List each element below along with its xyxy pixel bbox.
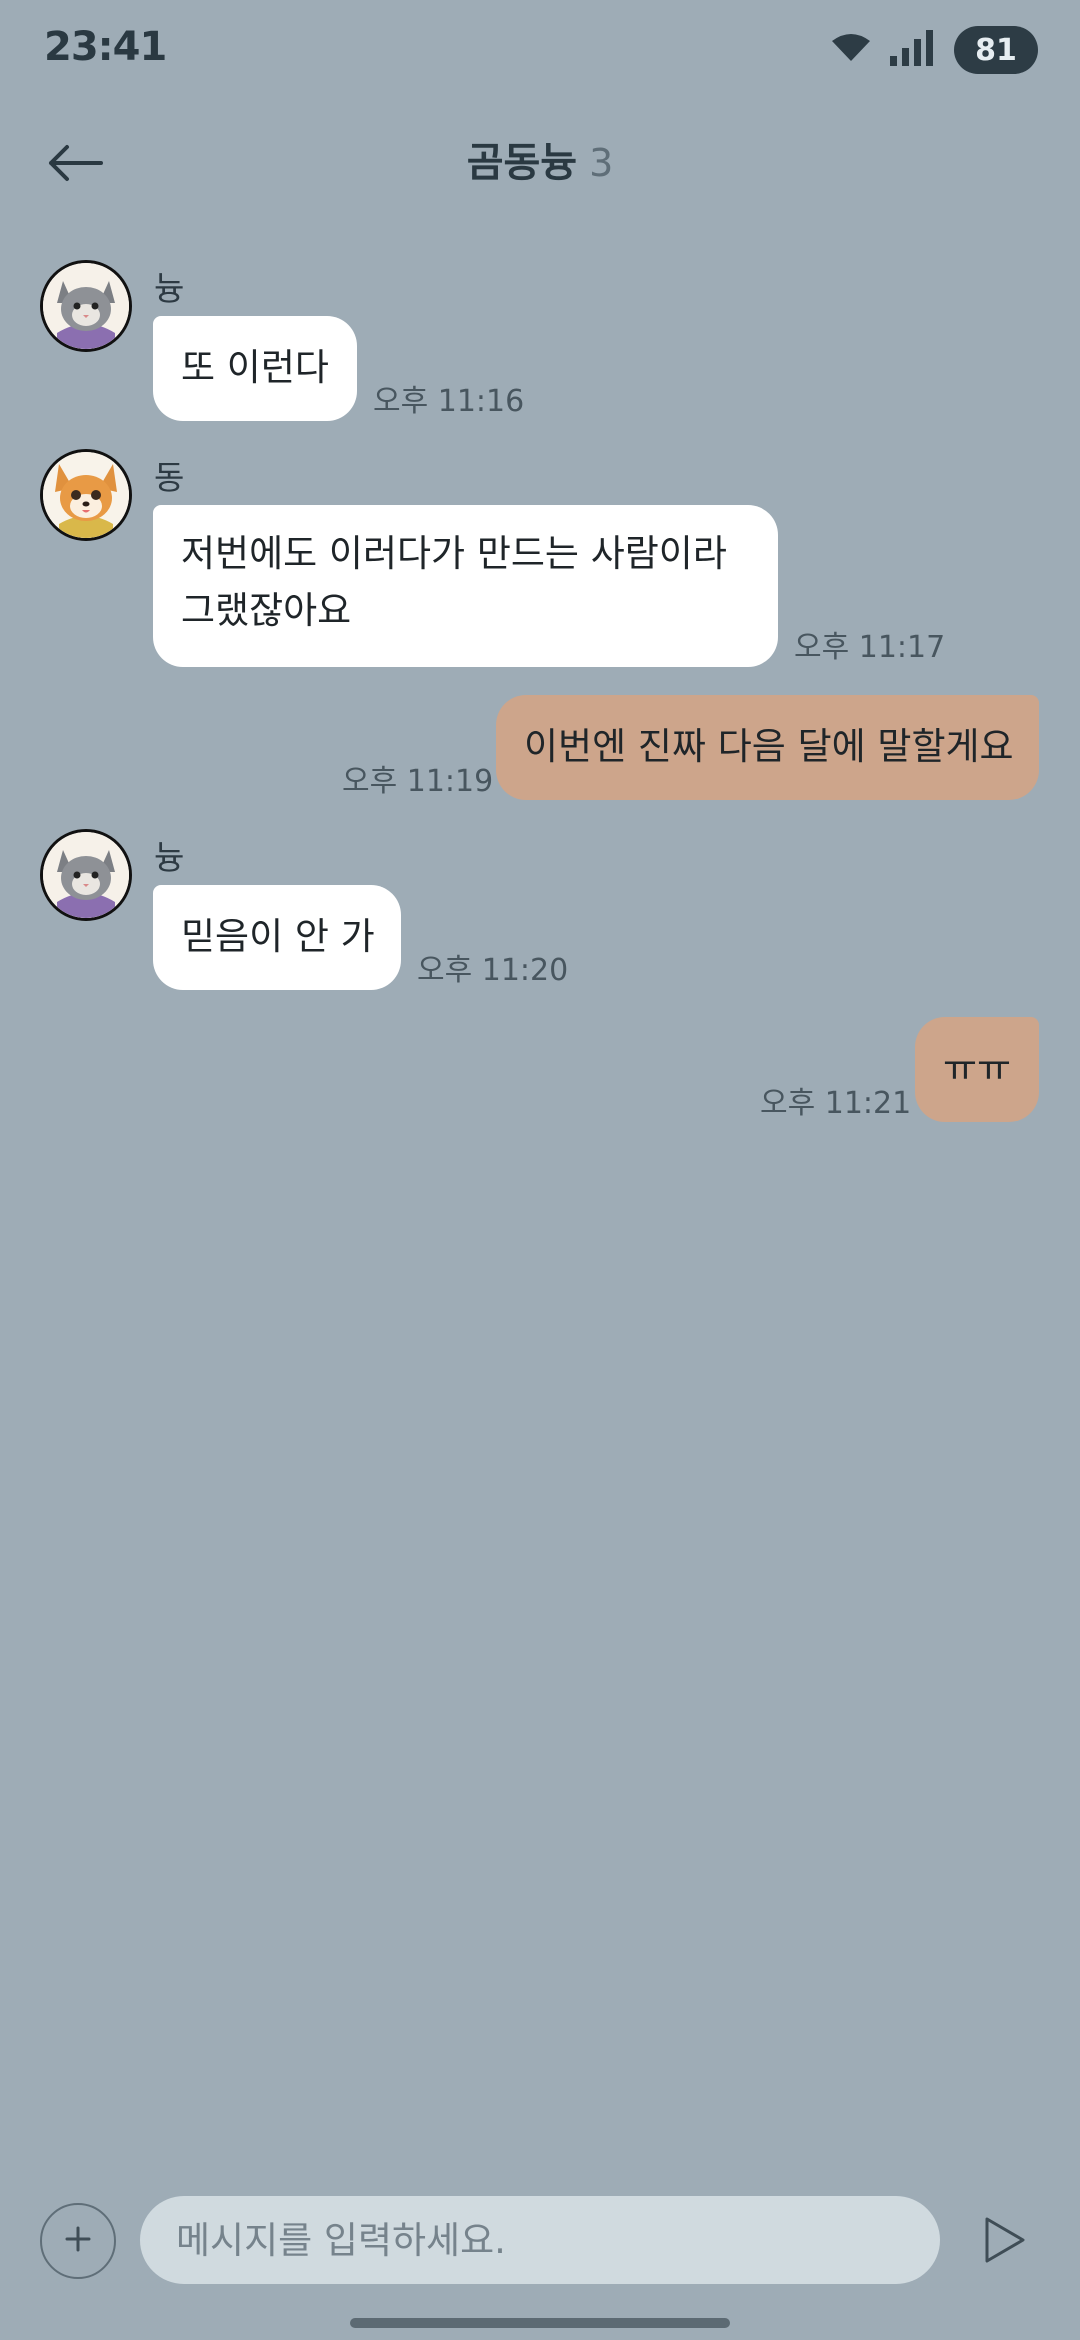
status-bar: 23:41 81 [0, 0, 1080, 100]
wifi-icon [830, 33, 872, 67]
message-time: 오후 11:21 [760, 1086, 912, 1121]
message-bubble[interactable]: 이번엔 진짜 다음 달에 말할게요 [496, 695, 1039, 800]
message-time: 오후 11:19 [342, 764, 494, 799]
send-button[interactable] [975, 2210, 1035, 2274]
chat-header: 곰동늉 3 [0, 110, 1080, 220]
message-bubble[interactable]: 저번에도 이러다가 만드는 사람이라 그랬잖아요 [153, 505, 778, 667]
chat-title: 곰동늉 [466, 140, 578, 186]
home-indicator [350, 2318, 730, 2328]
signal-icon [890, 30, 936, 70]
send-icon [983, 2215, 1027, 2269]
status-time: 23:41 [44, 24, 167, 70]
message-bubble[interactable]: ㅠㅠ [915, 1017, 1039, 1122]
message-time: 오후 11:17 [794, 630, 946, 665]
dog-avatar[interactable] [40, 449, 132, 541]
message-bubble[interactable]: 또 이런다 [153, 316, 357, 421]
message-bubble[interactable]: 믿음이 안 가 [153, 885, 401, 990]
status-icons: 81 [830, 24, 1038, 76]
message-time: 오후 11:16 [373, 384, 525, 419]
attach-button[interactable] [40, 2203, 116, 2279]
message-input[interactable] [140, 2196, 940, 2284]
chat-title-group: 곰동늉 3 [0, 130, 1080, 188]
plus-icon [63, 2224, 93, 2258]
battery-indicator: 81 [954, 26, 1038, 74]
message-time: 오후 11:20 [417, 953, 569, 988]
member-count: 3 [589, 141, 614, 185]
cat-avatar[interactable] [40, 260, 132, 352]
cat-avatar[interactable] [40, 829, 132, 921]
